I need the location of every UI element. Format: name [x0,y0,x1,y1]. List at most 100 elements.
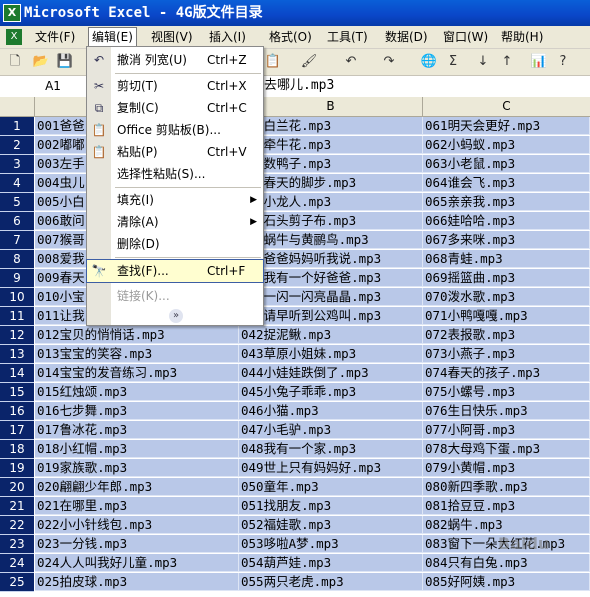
expand-menu-chevron-icon[interactable]: » [169,309,183,323]
cell-a[interactable]: 017鲁冰花.mp3 [35,421,239,439]
menu-item-office-clipboard[interactable]: 📋 Office 剪贴板(B)... [87,119,263,141]
row-header[interactable]: 24 [0,554,34,573]
cell-b[interactable]: 047小毛驴.mp3 [239,421,423,439]
row-header[interactable]: 10 [0,288,34,307]
row-header[interactable]: 11 [0,307,34,326]
cell-c[interactable]: 074春天的孩子.mp3 [423,364,590,382]
select-all-corner[interactable] [0,97,35,117]
excel-app-icon[interactable]: X [3,4,21,22]
cell-c[interactable]: 072表报歌.mp3 [423,326,590,344]
menu-item-delete[interactable]: 删除(D) [87,233,263,255]
cell-a[interactable]: 021在哪里.mp3 [35,497,239,515]
row-header[interactable]: 6 [0,212,34,231]
row-header[interactable]: 4 [0,174,34,193]
cell-b[interactable]: 031白兰花.mp3 [239,117,423,135]
sort-desc-icon[interactable]: ↑ [498,53,516,71]
row-header[interactable]: 8 [0,250,34,269]
row-header[interactable]: 7 [0,231,34,250]
menu-item-clear[interactable]: 清除(A) ▶ [87,211,263,233]
cell-b[interactable]: 035小龙人.mp3 [239,193,423,211]
cell-b[interactable]: 053哆啦A梦.mp3 [239,535,423,553]
cell-c[interactable]: 063小老鼠.mp3 [423,155,590,173]
cell-c[interactable]: 064谁会飞.mp3 [423,174,590,192]
cell-b[interactable]: 046小猫.mp3 [239,402,423,420]
row-header[interactable]: 20 [0,478,34,497]
cell-b[interactable]: 037蜗牛与黄鹂鸟.mp3 [239,231,423,249]
open-icon[interactable]: 📂 [32,53,50,71]
format-painter-icon[interactable]: 🖌 [300,53,318,71]
cell-c[interactable]: 075小螺号.mp3 [423,383,590,401]
cell-c[interactable]: 065亲亲我.mp3 [423,193,590,211]
cell-b[interactable]: 055两只老虎.mp3 [239,573,423,591]
cell-b[interactable]: 039我有一个好爸爸.mp3 [239,269,423,287]
cell-c[interactable]: 085好阿姨.mp3 [423,573,590,591]
row-header[interactable]: 13 [0,345,34,364]
cell-b[interactable]: 050童年.mp3 [239,478,423,496]
menu-item-fill[interactable]: 填充(I) ▶ [87,189,263,211]
cell-b[interactable]: 054葫芦娃.mp3 [239,554,423,572]
menu-insert[interactable]: 插入(I) [206,28,249,46]
menu-item-copy[interactable]: ⧉ 复制(C) Ctrl+C [87,97,263,119]
cell-c[interactable]: 080新四季歌.mp3 [423,478,590,496]
row-header[interactable]: 12 [0,326,34,345]
cell-a[interactable]: 019家族歌.mp3 [35,459,239,477]
row-header[interactable]: 5 [0,193,34,212]
menu-help[interactable]: 帮助(H) [498,28,546,46]
cell-c[interactable]: 071小鸭嘎嘎.mp3 [423,307,590,325]
menu-item-cut[interactable]: ✂ 剪切(T) Ctrl+X [87,75,263,97]
cell-a[interactable]: 025拍皮球.mp3 [35,573,239,591]
cell-c[interactable]: 082蜗牛.mp3 [423,516,590,534]
cell-a[interactable]: 024人人叫我好儿童.mp3 [35,554,239,572]
row-header[interactable]: 21 [0,497,34,516]
chart-icon[interactable]: 📊 [530,53,548,71]
cell-c[interactable]: 068青蛙.mp3 [423,250,590,268]
cell-a[interactable]: 020翩翩少年郎.mp3 [35,478,239,496]
cell-c[interactable]: 078大母鸡下蛋.mp3 [423,440,590,458]
autosum-icon[interactable]: Σ [444,53,462,71]
row-header[interactable]: 19 [0,459,34,478]
workbook-icon[interactable]: X [6,29,22,45]
cell-a[interactable]: 015红烛颂.mp3 [35,383,239,401]
cell-a[interactable]: 022小小针线包.mp3 [35,516,239,534]
menu-item-paste[interactable]: 📋 粘贴(P) Ctrl+V [87,141,263,163]
cell-b[interactable]: 043草原小姐妹.mp3 [239,345,423,363]
cell-b[interactable]: 032牵牛花.mp3 [239,136,423,154]
column-header-c[interactable]: C [423,97,590,117]
cell-b[interactable]: 038爸爸妈妈听我说.mp3 [239,250,423,268]
menu-view[interactable]: 视图(V) [148,28,196,46]
cell-b[interactable]: 048我有一个家.mp3 [239,440,423,458]
undo-icon[interactable]: ↶ [342,53,360,71]
column-header-b[interactable]: B [239,97,423,117]
cell-b[interactable]: 044小娃娃跌倒了.mp3 [239,364,423,382]
row-header[interactable]: 22 [0,516,34,535]
cell-b[interactable]: 033数鸭子.mp3 [239,155,423,173]
cell-c[interactable]: 062小蚂蚁.mp3 [423,136,590,154]
cell-c[interactable]: 066娃哈哈.mp3 [423,212,590,230]
cell-c[interactable]: 079小黄帽.mp3 [423,459,590,477]
paste-icon[interactable]: 📋 [264,53,282,71]
new-icon[interactable]: 🗋 [6,53,24,71]
cell-a[interactable]: 018小红帽.mp3 [35,440,239,458]
menu-window[interactable]: 窗口(W) [440,28,491,46]
row-header[interactable]: 14 [0,364,34,383]
menu-item-find[interactable]: 🔭 查找(F)... Ctrl+F [86,259,264,283]
row-header[interactable]: 3 [0,155,34,174]
cell-c[interactable]: 061明天会更好.mp3 [423,117,590,135]
menu-tools[interactable]: 工具(T) [324,28,371,46]
row-header[interactable]: 2 [0,136,34,155]
sort-asc-icon[interactable]: ↓ [474,53,492,71]
cell-b[interactable]: 051找朋友.mp3 [239,497,423,515]
menu-data[interactable]: 数据(D) [382,28,431,46]
cell-c[interactable]: 069摇篮曲.mp3 [423,269,590,287]
cell-a[interactable]: 012宝贝的悄悄话.mp3 [35,326,239,344]
cell-a[interactable]: 016七步舞.mp3 [35,402,239,420]
menu-edit[interactable]: 编辑(E) [88,27,137,48]
menu-file[interactable]: 文件(F) [32,28,78,46]
cell-c[interactable]: 070泼水歌.mp3 [423,288,590,306]
cell-a[interactable]: 013宝宝的笑容.mp3 [35,345,239,363]
row-header[interactable]: 23 [0,535,34,554]
row-header[interactable]: 1 [0,117,34,136]
cell-c[interactable]: 081拾豆豆.mp3 [423,497,590,515]
row-header[interactable]: 16 [0,402,34,421]
formula-input[interactable]: 去哪儿.mp3 [264,76,334,96]
